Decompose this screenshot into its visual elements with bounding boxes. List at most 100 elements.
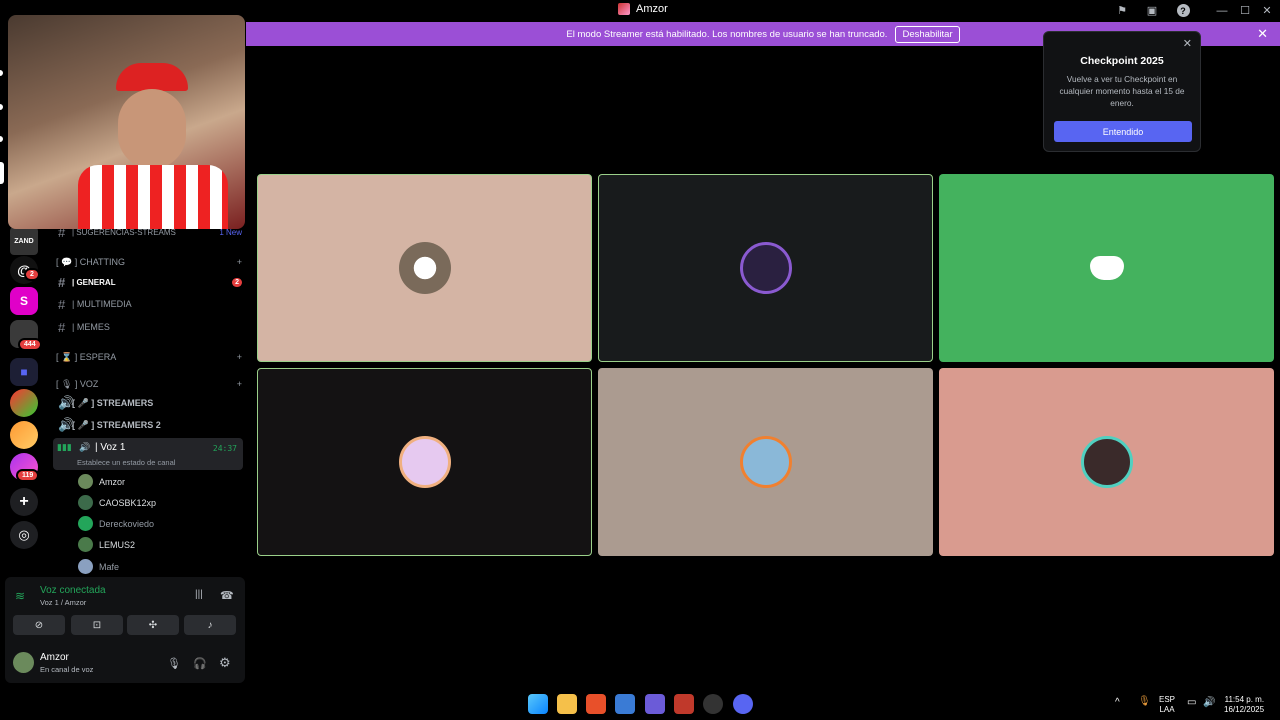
voice-channel-streamers-2[interactable]: 🔊 [ 🎤 ] STREAMERS 2 [58, 415, 242, 435]
screen-share-button[interactable]: ⊡ [71, 615, 123, 635]
screen-share-icon: ⊡ [92, 619, 102, 631]
voice-channel-streamers[interactable]: 🔊 [ 🎤 ] STREAMERS [58, 393, 242, 413]
volume-icon[interactable]: 🔊 [1203, 698, 1215, 708]
voice-member[interactable]: Dereckoviedo [78, 516, 154, 531]
participant-tile[interactable] [257, 368, 592, 556]
folder-icon[interactable]: ■ [10, 358, 38, 386]
server-icon[interactable]: ZAND [10, 227, 38, 255]
voice-member[interactable]: Amzor [78, 474, 125, 489]
voice-location: Voz 1 / Amzor [40, 598, 87, 607]
unread-pill [0, 70, 3, 76]
channel-name: | MEMES [72, 322, 110, 332]
mic-icon[interactable]: 🎙 [167, 657, 181, 670]
server-badge: 119 [16, 469, 40, 482]
banner-close-icon[interactable]: ✕ [1257, 26, 1268, 42]
unread-pill [0, 104, 3, 110]
category-chatting[interactable]: [ 💬 ] CHATTING + [56, 257, 242, 268]
voice-channel-name: | Voz 1 [95, 442, 126, 453]
got-it-button[interactable]: Entendido [1054, 121, 1192, 142]
category-espera[interactable]: [ ⌛ ] ESPERA + [56, 352, 242, 363]
voice-member[interactable]: CAOSBK12xp [78, 495, 156, 510]
add-channel-icon[interactable]: + [237, 379, 242, 390]
voice-member[interactable]: LEMUS2 [78, 537, 135, 552]
active-voice-channel[interactable]: ▮▮▮ 🔊 | Voz 1 24:37 Establece un estado … [53, 438, 243, 470]
signal-icon[interactable]: ≋ [15, 589, 25, 603]
screen-icon[interactable]: ▣ [1144, 3, 1160, 18]
brave-icon[interactable] [586, 694, 606, 714]
channel-multimedia[interactable]: # | MULTIMEDIA [58, 294, 242, 314]
noise-suppression-icon[interactable]: ||| [195, 589, 203, 600]
clock-time: 11:54 p. m. [1224, 695, 1265, 704]
voice-panel: ≋ Voz conectada Voz 1 / Amzor ||| ☎ ⊘ ⊡ … [5, 577, 245, 683]
network-icon[interactable]: ▭ [1187, 698, 1196, 708]
participant-tile[interactable] [598, 174, 933, 362]
minimize-icon[interactable]: — [1214, 3, 1230, 18]
headphones-icon[interactable]: 🎧 [193, 657, 207, 670]
maximize-icon[interactable]: ☐ [1237, 3, 1253, 18]
voice-member[interactable]: Mafe [78, 559, 119, 574]
store-icon[interactable] [615, 694, 635, 714]
banner-text: El modo Streamer está habilitado. Los no… [566, 28, 888, 40]
popup-description: Vuelve a ver tu Checkpoint en cualquier … [1059, 74, 1185, 108]
folder-badge: 444 [18, 338, 42, 351]
discord-logo-icon [1089, 256, 1124, 280]
camera-off-icon: ⊘ [34, 619, 44, 631]
disable-streamer-button[interactable]: Deshabilitar [895, 25, 960, 43]
add-channel-icon[interactable]: + [237, 257, 242, 268]
window-title: Amzor [618, 3, 668, 15]
taskbar: ^ 🎙 ESP LAA ▭ 🔊 11:54 p. m. 16/12/2025 [0, 688, 1280, 720]
participant-tile[interactable] [939, 368, 1274, 556]
channel-name: [ 🎤 ] STREAMERS [72, 397, 154, 408]
webcam-overlay [8, 15, 245, 229]
participant-tile[interactable] [939, 174, 1274, 362]
participant-avatar [398, 242, 451, 294]
server-icon[interactable]: S [10, 287, 38, 315]
start-icon[interactable] [528, 694, 548, 714]
striped-shirt [78, 165, 228, 229]
channel-name: | GENERAL [72, 277, 116, 287]
app-icon[interactable] [674, 694, 694, 714]
category-voz[interactable]: [ 🎙 ] VOZ + [56, 379, 242, 390]
obs-icon[interactable] [703, 694, 723, 714]
discover-icon[interactable]: ◎ [10, 521, 38, 549]
popup-close-icon[interactable]: ✕ [1183, 37, 1192, 50]
settings-gear-icon[interactable]: ⚙ [219, 655, 231, 671]
user-avatar[interactable] [13, 652, 34, 673]
add-channel-icon[interactable]: + [237, 352, 242, 363]
channel-general[interactable]: # | GENERAL 2 [58, 272, 242, 292]
participant-tile[interactable] [257, 174, 592, 362]
clock[interactable]: 11:54 p. m. 16/12/2025 [1224, 695, 1264, 715]
text-channel-icon: # [58, 319, 66, 335]
channel-name: [ 🎤 ] STREAMERS 2 [72, 419, 161, 430]
participant-avatar [739, 242, 792, 294]
member-name: Dereckoviedo [99, 518, 155, 529]
soundboard-button[interactable]: ♪ [184, 615, 236, 635]
participant-avatar [398, 436, 451, 488]
add-server-icon[interactable]: + [10, 488, 38, 516]
user-name[interactable]: Amzor [40, 652, 69, 663]
file-explorer-icon[interactable] [557, 694, 577, 714]
discord-icon[interactable] [733, 694, 753, 714]
channel-status[interactable]: Establece un estado de canal [77, 458, 175, 467]
disconnect-icon[interactable]: ☎ [220, 589, 234, 602]
language-indicator[interactable]: ESP LAA [1159, 695, 1175, 715]
activities-button[interactable]: ✣ [127, 615, 179, 635]
server-icon[interactable] [10, 421, 38, 449]
close-window-icon[interactable]: ✕ [1259, 3, 1275, 18]
avatar [78, 474, 93, 489]
tray-chevron-icon[interactable]: ^ [1115, 698, 1120, 708]
participant-tile[interactable] [598, 368, 933, 556]
santa-hat [116, 63, 188, 91]
camera-button[interactable]: ⊘ [13, 615, 65, 635]
channel-memes[interactable]: # | MEMES [58, 317, 242, 337]
server-icon[interactable] [10, 389, 38, 417]
flag-icon[interactable]: ⚑ [1114, 3, 1130, 18]
mic-in-use-icon[interactable]: 🎙 [1138, 697, 1151, 707]
voice-status[interactable]: Voz conectada [40, 585, 106, 596]
participant-avatar [739, 436, 792, 488]
game-icon[interactable] [645, 694, 665, 714]
server-badge: 2 [24, 268, 40, 281]
help-icon[interactable]: ? [1175, 3, 1191, 18]
clock-date: 16/12/2025 [1224, 705, 1265, 714]
mention-badge: 2 [232, 277, 242, 287]
